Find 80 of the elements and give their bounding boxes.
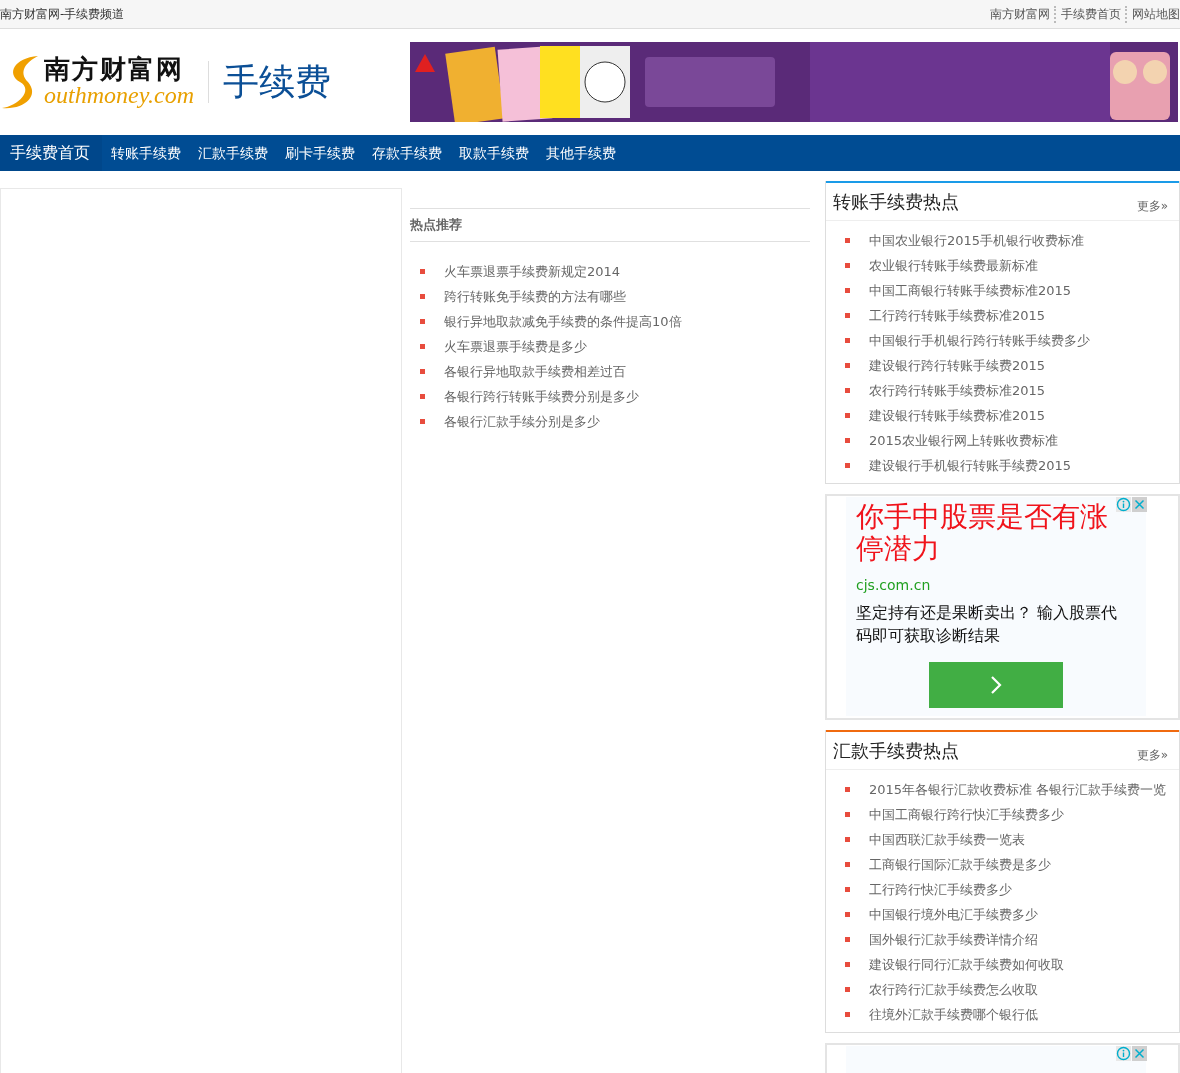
- article-link[interactable]: 各银行跨行转账手续费分别是多少: [444, 387, 639, 406]
- article-link[interactable]: 中国西联汇款手续费一览表: [869, 830, 1025, 849]
- article-link[interactable]: 中国银行手机银行跨行转账手续费多少: [869, 331, 1090, 350]
- bullet-icon: [420, 269, 425, 274]
- bullet-icon: [420, 294, 425, 299]
- article-link[interactable]: 火车票退票手续费新规定2014: [444, 262, 621, 281]
- nav-tab[interactable]: 转账手续费: [102, 135, 189, 171]
- bullet-icon: [845, 912, 850, 917]
- bullet-icon: [845, 887, 850, 892]
- bullet-icon: [420, 419, 425, 424]
- bullet-icon: [420, 319, 425, 324]
- bullet-icon: [845, 388, 850, 393]
- article-link[interactable]: 中国工商银行跨行快汇手续费多少: [869, 805, 1064, 824]
- nav-tab[interactable]: 汇款手续费: [189, 135, 276, 171]
- bullet-icon: [845, 263, 850, 268]
- ad-url[interactable]: cjs.com.cn: [856, 577, 1136, 593]
- article-link[interactable]: 中国工商银行转账手续费标准2015: [869, 281, 1072, 300]
- bullet-icon: [845, 787, 850, 792]
- bullet-icon: [420, 344, 425, 349]
- bullet-icon: [845, 812, 850, 817]
- site-title: 南方财富网-手续费频道: [0, 5, 125, 23]
- bullet-icon: [845, 937, 850, 942]
- nav-tab[interactable]: 手续费首页: [0, 135, 102, 171]
- bullet-icon: [845, 463, 850, 468]
- bullet-icon: [845, 413, 850, 418]
- chevron-icon: [990, 675, 1002, 695]
- channel-title: 手续费: [222, 59, 331, 104]
- article-link[interactable]: 火车票退票手续费是多少: [444, 337, 587, 356]
- bullet-icon: [420, 369, 425, 374]
- article-link[interactable]: 建设银行同行汇款手续费如何收取: [869, 955, 1064, 974]
- top-link[interactable]: 南方财富网: [990, 5, 1050, 23]
- article-link[interactable]: 2015农业银行网上转账收费标准: [869, 431, 1059, 450]
- article-link[interactable]: 往境外汇款手续费哪个银行低: [869, 1005, 1038, 1024]
- article-link[interactable]: 银行异地取款减免手续费的条件提高10倍: [444, 312, 682, 331]
- article-link[interactable]: 建设银行跨行转账手续费2015: [869, 356, 1046, 375]
- section-title: 热点推荐: [410, 216, 462, 234]
- top-link[interactable]: 网站地图: [1125, 5, 1180, 23]
- bullet-icon: [845, 363, 850, 368]
- article-link[interactable]: 建设银行转账手续费标准2015: [869, 406, 1046, 425]
- article-link[interactable]: 跨行转账免手续费的方法有哪些: [444, 287, 626, 306]
- article-link[interactable]: 各银行汇款手续分别是多少: [444, 412, 600, 431]
- more-link[interactable]: 更多»: [1136, 747, 1168, 764]
- article-link[interactable]: 农行跨行转账手续费标准2015: [869, 381, 1046, 400]
- panel-title: 转账手续费热点: [833, 189, 959, 214]
- bullet-icon: [845, 987, 850, 992]
- article-link[interactable]: 建设银行手机银行转账手续费2015: [869, 456, 1072, 475]
- bullet-icon: [845, 837, 850, 842]
- info-icon[interactable]: [1116, 1046, 1131, 1061]
- nav-tab[interactable]: 刷卡手续费: [276, 135, 363, 171]
- top-link[interactable]: 手续费首页: [1054, 5, 1121, 23]
- more-link[interactable]: 更多»: [1136, 198, 1168, 215]
- panel-title: 汇款手续费热点: [833, 738, 959, 763]
- ad-text: 坚定持有还是果断卖出？ 输入股票代码即可获取诊断结果: [856, 602, 1119, 647]
- article-link[interactable]: 中国农业银行2015手机银行收费标准: [869, 231, 1085, 250]
- site-logo[interactable]: 南方财富网 outhmoney.com: [0, 52, 194, 112]
- ad-title[interactable]: 你手中股票是否有涨停潜力: [856, 501, 1126, 565]
- article-link[interactable]: 各银行异地取款手续费相差过百: [444, 362, 626, 381]
- article-link[interactable]: 2015年各银行汇款收费标准 各银行汇款手续费一览: [869, 780, 1167, 799]
- bullet-icon: [845, 338, 850, 343]
- bullet-icon: [845, 962, 850, 967]
- article-link[interactable]: 农业银行转账手续费最新标准: [869, 256, 1038, 275]
- article-link[interactable]: 工行跨行快汇手续费多少: [869, 880, 1012, 899]
- close-icon[interactable]: [1132, 1046, 1147, 1061]
- article-link[interactable]: 国外银行汇款手续费详情介绍: [869, 930, 1038, 949]
- bullet-icon: [845, 313, 850, 318]
- bullet-icon: [845, 238, 850, 243]
- bullet-icon: [845, 862, 850, 867]
- article-link[interactable]: 农行跨行汇款手续费怎么收取: [869, 980, 1038, 999]
- nav-tab[interactable]: 存款手续费: [363, 135, 450, 171]
- bullet-icon: [845, 288, 850, 293]
- info-icon[interactable]: [1116, 497, 1131, 512]
- article-link[interactable]: 工行跨行转账手续费标准2015: [869, 306, 1046, 325]
- nav-tab[interactable]: 其他手续费: [537, 135, 624, 171]
- bullet-icon: [420, 394, 425, 399]
- nav-tab[interactable]: 取款手续费: [450, 135, 537, 171]
- bullet-icon: [845, 1012, 850, 1017]
- close-icon[interactable]: [1132, 497, 1147, 512]
- article-link[interactable]: 工商银行国际汇款手续费是多少: [869, 855, 1051, 874]
- article-link[interactable]: 中国银行境外电汇手续费多少: [869, 905, 1038, 924]
- bullet-icon: [845, 438, 850, 443]
